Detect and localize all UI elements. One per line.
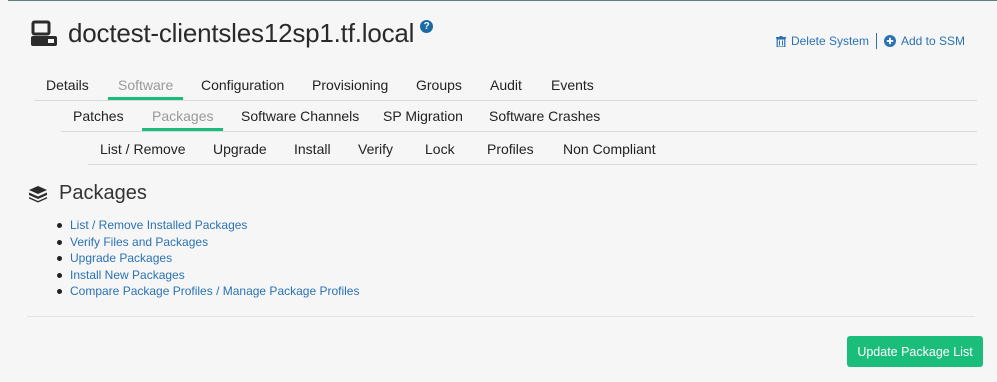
actions-separator [875, 33, 877, 49]
packages-section-header: Packages [27, 182, 147, 205]
packages-subtabs: List / Remove Upgrade Install Verify Loc… [88, 134, 977, 165]
trash-icon [775, 35, 786, 47]
system-header: doctest-clientsles12sp1.tf.local ? [30, 18, 434, 49]
tab-software-channels[interactable]: Software Channels [241, 108, 359, 124]
tab-software-crashes[interactable]: Software Crashes [489, 108, 600, 124]
section-title: Packages [59, 182, 147, 204]
tab-packages[interactable]: Packages [141, 108, 225, 131]
delete-system-label: Delete System [790, 34, 869, 48]
tab-install[interactable]: Install [294, 141, 331, 157]
plus-circle-icon [883, 35, 896, 47]
packages-link-list: List / Remove Installed Packages Verify … [52, 217, 359, 300]
add-to-ssm-label: Add to SSM [900, 34, 965, 48]
verify-packages-link[interactable]: Verify Files and Packages [52, 234, 359, 251]
tab-audit[interactable]: Audit [490, 77, 522, 93]
help-icon[interactable]: ? [420, 20, 434, 33]
main-tabs: Details Software Configuration Provision… [34, 70, 977, 101]
section-divider [27, 316, 975, 317]
tab-events[interactable]: Events [551, 77, 594, 93]
tab-provisioning[interactable]: Provisioning [312, 77, 388, 93]
tab-software[interactable]: Software [107, 77, 184, 100]
compare-profiles-link[interactable]: Compare Package Profiles / Manage Packag… [52, 283, 359, 300]
upgrade-packages-link[interactable]: Upgrade Packages [52, 250, 359, 267]
delete-system-link[interactable]: Delete System [775, 34, 869, 48]
tab-groups[interactable]: Groups [416, 77, 462, 93]
tab-patches[interactable]: Patches [73, 108, 124, 124]
top-border [8, 0, 997, 1]
tab-lock[interactable]: Lock [425, 141, 455, 157]
tab-upgrade[interactable]: Upgrade [213, 141, 267, 157]
update-package-list-button[interactable]: Update Package List [847, 336, 983, 367]
tab-verify[interactable]: Verify [358, 141, 393, 157]
list-remove-packages-link[interactable]: List / Remove Installed Packages [52, 217, 359, 234]
tab-details[interactable]: Details [46, 77, 89, 93]
tab-list-remove[interactable]: List / Remove [100, 141, 186, 157]
install-packages-link[interactable]: Install New Packages [52, 267, 359, 284]
packages-icon [29, 185, 47, 202]
software-subtabs: Patches Packages Software Channels SP Mi… [61, 101, 977, 132]
tab-configuration[interactable]: Configuration [201, 77, 284, 93]
tab-sp-migration[interactable]: SP Migration [383, 108, 463, 124]
add-to-ssm-link[interactable]: Add to SSM [883, 34, 965, 48]
server-icon [31, 20, 57, 46]
tab-non-compliant[interactable]: Non Compliant [563, 141, 656, 157]
header-actions: Delete System Add to SSM [775, 33, 965, 49]
tab-profiles[interactable]: Profiles [487, 141, 534, 157]
page-title: doctest-clientsles12sp1.tf.local [68, 18, 415, 48]
